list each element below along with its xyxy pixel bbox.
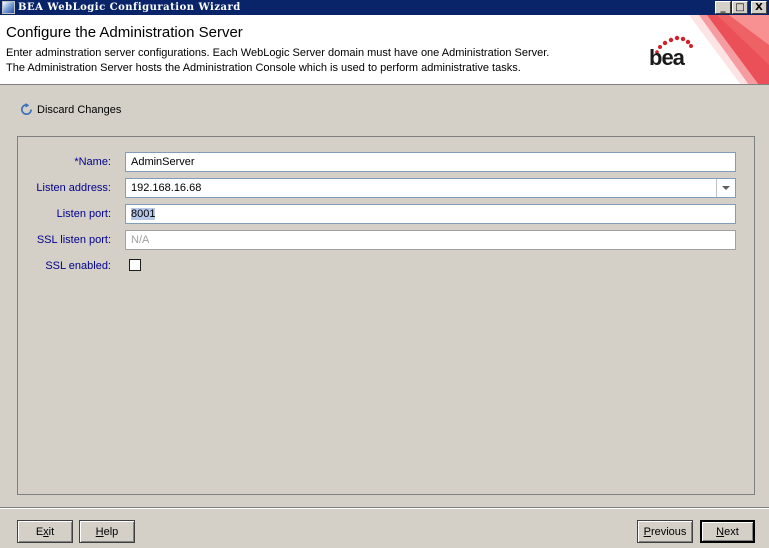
wizard-header: Configure the Administration Server Ente… bbox=[0, 15, 769, 85]
discard-changes-label: Discard Changes bbox=[37, 103, 122, 116]
app-icon bbox=[2, 1, 15, 14]
listen-address-combobox[interactable]: 192.168.16.68 bbox=[125, 178, 736, 198]
form-row-listen-address: Listen address: 192.168.16.68 bbox=[18, 178, 756, 198]
form-row-listen-port: Listen port: 8001 bbox=[18, 204, 756, 224]
form-row-ssl-enabled: SSL enabled: bbox=[18, 256, 756, 276]
help-button[interactable]: Help bbox=[79, 520, 135, 543]
bea-logo: bea bbox=[629, 15, 769, 84]
exit-label-pre: E bbox=[35, 525, 44, 538]
admin-server-form: *Name: AdminServer Listen address: 192.1… bbox=[17, 136, 755, 495]
refresh-icon bbox=[21, 103, 32, 115]
listen-port-input[interactable]: 8001 bbox=[125, 204, 736, 224]
ssl-listen-port-input: N/A bbox=[125, 230, 736, 250]
header-description-line-1: Enter adminstration server configuration… bbox=[6, 47, 550, 59]
ssl-enabled-checkbox[interactable] bbox=[129, 259, 141, 271]
listen-port-value: 8001 bbox=[131, 208, 156, 220]
window-controls: _ □ X bbox=[715, 1, 767, 14]
form-row-name: *Name: AdminServer bbox=[18, 152, 756, 172]
help-label-mnemonic: H bbox=[95, 525, 104, 538]
previous-label-post: revious bbox=[650, 525, 687, 538]
minimize-button[interactable]: _ bbox=[715, 1, 731, 14]
listen-port-label: Listen port: bbox=[56, 208, 111, 220]
maximize-button[interactable]: □ bbox=[732, 1, 748, 14]
discard-changes-button[interactable]: Discard Changes bbox=[20, 103, 121, 116]
exit-label-post: it bbox=[48, 525, 55, 538]
next-label-post: ext bbox=[724, 525, 739, 538]
listen-address-label: Listen address: bbox=[36, 182, 111, 194]
header-description-line-2: The Administration Server hosts the Admi… bbox=[6, 62, 521, 74]
next-label-mnemonic: N bbox=[716, 525, 725, 538]
previous-label-mnemonic: P bbox=[643, 525, 651, 538]
window-titlebar[interactable]: BEA WebLogic Configuration Wizard _ □ X bbox=[0, 0, 769, 15]
ssl-enabled-label: SSL enabled: bbox=[45, 260, 111, 272]
name-label: *Name: bbox=[74, 156, 111, 168]
form-row-ssl-listen-port: SSL listen port: N/A bbox=[18, 230, 756, 250]
previous-button[interactable]: Previous bbox=[637, 520, 693, 543]
chevron-down-icon[interactable] bbox=[716, 179, 735, 197]
next-button[interactable]: Next bbox=[700, 520, 755, 543]
listen-address-value: 192.168.16.68 bbox=[131, 182, 202, 194]
exit-button[interactable]: Ex it bbox=[17, 520, 73, 543]
help-label-post: elp bbox=[103, 525, 119, 538]
window-title: BEA WebLogic Configuration Wizard bbox=[18, 2, 241, 13]
ssl-listen-port-label: SSL listen port: bbox=[36, 234, 111, 246]
footer-divider bbox=[0, 507, 769, 509]
bea-logo-text: bea bbox=[649, 45, 685, 70]
close-button[interactable]: X bbox=[751, 1, 767, 14]
name-input[interactable]: AdminServer bbox=[125, 152, 736, 172]
page-title: Configure the Administration Server bbox=[6, 24, 243, 41]
